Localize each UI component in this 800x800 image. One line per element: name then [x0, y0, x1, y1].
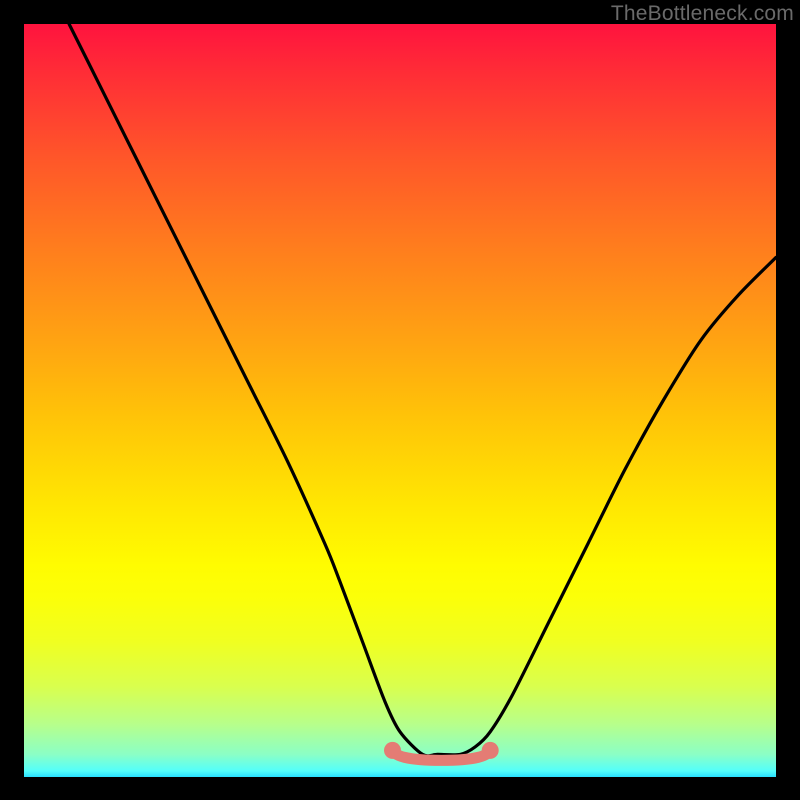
trough-dot-right — [482, 742, 499, 759]
trough-highlight — [384, 742, 499, 761]
watermark-text: TheBottleneck.com — [611, 2, 794, 26]
chart-frame: TheBottleneck.com — [0, 0, 800, 800]
trough-dot-left — [384, 742, 401, 759]
plot-area — [24, 24, 776, 777]
curve-overlay — [24, 24, 776, 777]
bottleneck-curve-path — [69, 24, 776, 756]
